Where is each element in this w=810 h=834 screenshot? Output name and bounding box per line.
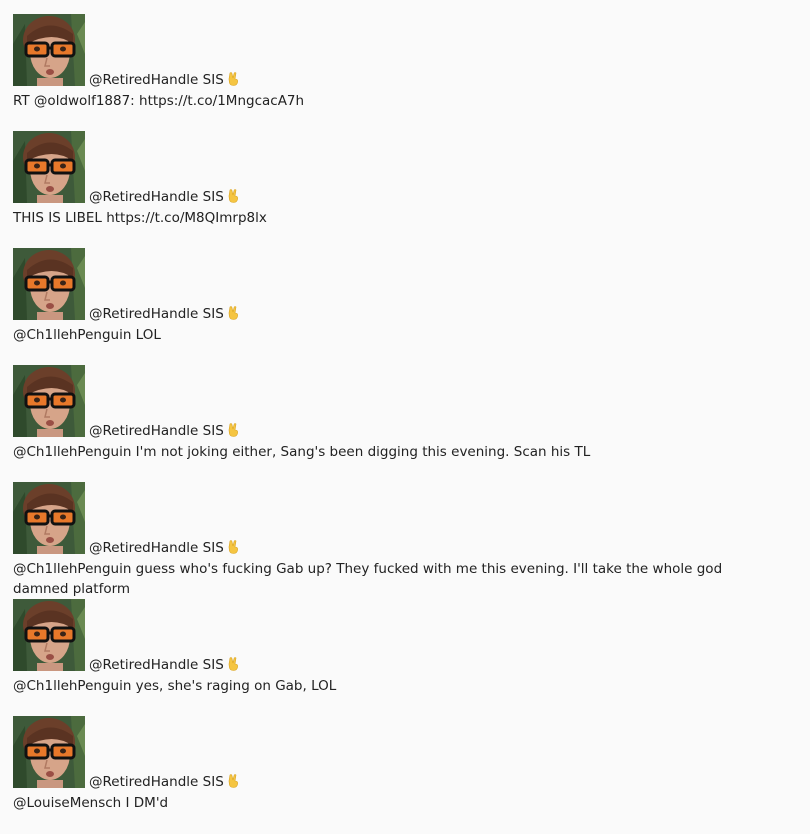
tweet-handle-line: @RetiredHandle SIS — [89, 306, 239, 321]
tweet-header: @RetiredHandle SIS — [13, 482, 803, 555]
victory-hand-icon — [227, 423, 239, 437]
victory-hand-icon — [227, 72, 239, 86]
tweet[interactable]: @RetiredHandle SIS @Ch1llehPenguin LOL — [13, 248, 803, 365]
tweet-handle-line: @RetiredHandle SIS — [89, 423, 239, 438]
avatar[interactable] — [13, 716, 85, 788]
tweet[interactable]: @RetiredHandle SIS @Ch1llehPenguin I'm n… — [13, 365, 803, 482]
avatar[interactable] — [13, 482, 85, 554]
tweet-header: @RetiredHandle SIS — [13, 248, 803, 321]
tweet[interactable]: @RetiredHandle SIS RT @oldwolf1887: http… — [13, 14, 803, 131]
tweet-header: @RetiredHandle SIS — [13, 365, 803, 438]
tweet-handle[interactable]: @RetiredHandle SIS — [89, 423, 224, 439]
tweet-handle-line: @RetiredHandle SIS — [89, 540, 239, 555]
tweet-handle[interactable]: @RetiredHandle SIS — [89, 72, 224, 88]
tweet[interactable]: @RetiredHandle SIS THIS IS LIBEL https:/… — [13, 131, 803, 248]
avatar[interactable] — [13, 248, 85, 320]
victory-hand-icon — [227, 306, 239, 320]
tweet-handle[interactable]: @RetiredHandle SIS — [89, 306, 224, 322]
tweet-text: @Ch1llehPenguin I'm not joking either, S… — [13, 444, 591, 460]
tweet-text: @LouiseMensch I DM'd — [13, 795, 169, 811]
tweet[interactable]: @RetiredHandle SIS @LouiseMensch I DM'd — [13, 716, 803, 833]
tweet-handle-line: @RetiredHandle SIS — [89, 189, 239, 204]
victory-hand-icon — [227, 657, 239, 671]
avatar[interactable] — [13, 599, 85, 671]
avatar[interactable] — [13, 14, 85, 86]
avatar[interactable] — [13, 131, 85, 203]
victory-hand-icon — [227, 540, 239, 554]
tweet[interactable]: @RetiredHandle SIS @Ch1llehPenguin guess… — [13, 482, 803, 599]
tweet-header: @RetiredHandle SIS — [13, 599, 803, 672]
tweet-text: RT @oldwolf1887: https://t.co/1MngcacA7h — [13, 93, 305, 109]
tweet-header: @RetiredHandle SIS — [13, 716, 803, 789]
tweet-text: @Ch1llehPenguin guess who's fucking Gab … — [13, 561, 723, 597]
tweet-header: @RetiredHandle SIS — [13, 14, 803, 87]
victory-hand-icon — [227, 189, 239, 203]
victory-hand-icon — [227, 774, 239, 788]
tweet-handle-line: @RetiredHandle SIS — [89, 774, 239, 789]
tweet-handle-line: @RetiredHandle SIS — [89, 657, 239, 672]
tweet-handle[interactable]: @RetiredHandle SIS — [89, 657, 224, 673]
tweet[interactable]: @RetiredHandle SIS @Ch1llehPenguin yes, … — [13, 599, 803, 716]
tweet-handle-line: @RetiredHandle SIS — [89, 72, 239, 87]
tweet-text: @Ch1llehPenguin yes, she's raging on Gab… — [13, 678, 337, 694]
tweet-feed: @RetiredHandle SIS RT @oldwolf1887: http… — [13, 14, 803, 833]
tweet-handle[interactable]: @RetiredHandle SIS — [89, 774, 224, 790]
avatar[interactable] — [13, 365, 85, 437]
tweet-text: @Ch1llehPenguin LOL — [13, 327, 161, 343]
tweet-handle[interactable]: @RetiredHandle SIS — [89, 540, 224, 556]
tweet-handle[interactable]: @RetiredHandle SIS — [89, 189, 224, 205]
tweet-text: THIS IS LIBEL https://t.co/M8QImrp8lx — [13, 210, 267, 226]
tweet-header: @RetiredHandle SIS — [13, 131, 803, 204]
